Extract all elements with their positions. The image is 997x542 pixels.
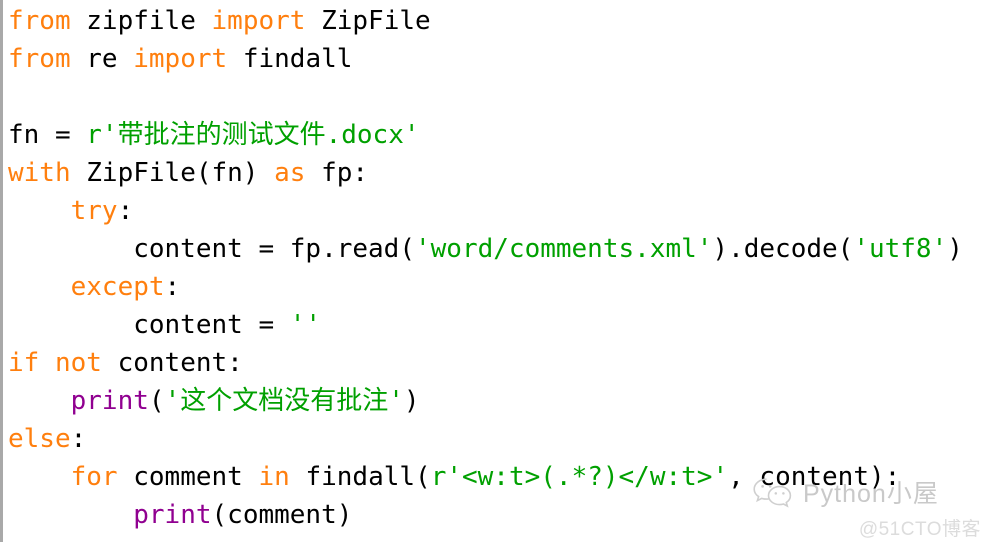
code-token-keyword: in	[258, 462, 290, 492]
code-line: try:	[8, 192, 988, 230]
python-code-block: from zipfile import ZipFile from re impor…	[8, 2, 988, 534]
gutter-rule	[0, 0, 3, 542]
code-token-keyword: import	[211, 6, 306, 36]
code-line: fn = r'带批注的测试文件.docx'	[8, 116, 988, 154]
code-token-string: 'utf8'	[853, 234, 948, 264]
code-token-plain: fn =	[8, 120, 87, 150]
code-token-plain: content = fp.read(	[8, 234, 415, 264]
code-line: from re import findall	[8, 40, 988, 78]
code-line: content = ''	[8, 306, 988, 344]
code-token-string: 'word/comments.xml'	[415, 234, 713, 264]
code-token-string: r'带批注的测试文件.docx'	[86, 120, 420, 150]
code-snippet-surface: from zipfile import ZipFile from re impor…	[0, 0, 997, 542]
watermark-brand-label: Python小屋	[803, 480, 939, 508]
code-line: except:	[8, 268, 988, 306]
wechat-bubbles-icon	[751, 476, 795, 508]
code-line: if not content:	[8, 344, 988, 382]
code-token-keyword: try	[70, 196, 118, 226]
code-token-plain: fp:	[305, 158, 369, 188]
code-token-plain: ZipFile(fn)	[70, 158, 275, 188]
code-token-plain: (	[148, 386, 165, 416]
code-token-keyword: from	[8, 44, 71, 74]
code-token-keyword: else	[8, 424, 71, 454]
code-token-keyword: from	[8, 6, 71, 36]
code-token-string: ''	[289, 310, 322, 340]
code-token-keyword: except	[70, 272, 165, 302]
code-token-plain: comment	[117, 462, 259, 492]
code-token-plain: (comment)	[211, 500, 353, 530]
code-token-plain: )	[947, 234, 963, 264]
code-line: with ZipFile(fn) as fp:	[8, 154, 988, 192]
watermark-brand-row: Python小屋	[751, 474, 939, 510]
code-line: content = fp.read('word/comments.xml').d…	[8, 230, 988, 268]
code-token-keyword: for	[70, 462, 118, 492]
code-token-plain: content =	[8, 310, 290, 340]
code-token-keyword: not	[54, 348, 102, 378]
code-token-keyword: as	[274, 158, 306, 188]
watermark-source-label: @51CTO博客	[858, 519, 981, 540]
code-token-plain: re	[70, 44, 134, 74]
code-token-builtin: print	[133, 500, 212, 530]
code-token-plain: :	[164, 272, 181, 302]
code-token-plain: :	[70, 424, 87, 454]
code-token-plain: findall(	[289, 462, 431, 492]
code-token-plain: findall	[227, 44, 353, 74]
code-line: else:	[8, 420, 988, 458]
code-token-plain: :	[117, 196, 134, 226]
code-line: from zipfile import ZipFile	[8, 2, 988, 40]
code-token-plain: content:	[101, 348, 243, 378]
code-token-string: '这个文档没有批注'	[164, 386, 404, 416]
code-token-plain: zipfile	[70, 6, 212, 36]
watermark: Python小屋 @51CTO博客	[751, 474, 983, 540]
code-token-keyword: if	[8, 348, 40, 378]
code-token-plain: )	[403, 386, 420, 416]
code-token-keyword: import	[133, 44, 228, 74]
code-token-string: r'<w:t>(.*?)</w:t>'	[430, 462, 729, 492]
code-token-keyword: with	[8, 158, 71, 188]
code-token-plain: ).decode(	[712, 234, 854, 264]
code-line: print('这个文档没有批注')	[8, 382, 988, 420]
code-token-builtin: print	[70, 386, 149, 416]
code-token-plain: ZipFile	[305, 6, 431, 36]
